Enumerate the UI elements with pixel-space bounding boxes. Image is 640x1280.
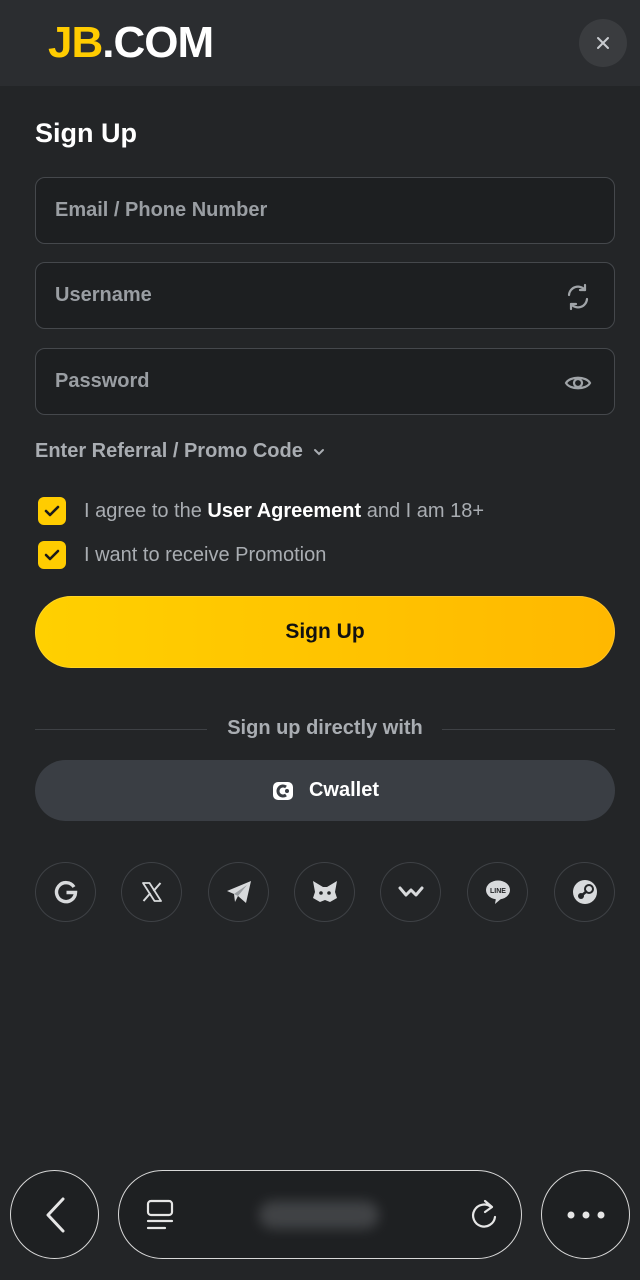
username-field[interactable] [35, 262, 615, 329]
x-icon [141, 882, 162, 902]
logo[interactable]: JB.COM [48, 18, 214, 68]
promotion-checkbox[interactable] [38, 541, 66, 569]
browser-more-button[interactable] [541, 1170, 630, 1259]
metamask-icon [312, 881, 337, 902]
cwallet-icon [272, 781, 293, 800]
chevron-left-icon [46, 1197, 64, 1232]
x-button[interactable] [121, 862, 182, 922]
google-icon [54, 880, 77, 904]
signup-page: JB.COM Sign Up Enter Referral / Promo Co… [0, 0, 640, 1280]
referral-toggle[interactable]: Enter Referral / Promo Code [35, 440, 325, 463]
tabs-icon [146, 1199, 174, 1230]
line-icon: LINE [485, 880, 510, 904]
agreement-suffix: and I am 18+ [361, 499, 485, 522]
close-button[interactable] [579, 19, 627, 67]
page-title: Sign Up [35, 118, 137, 148]
logo-com: .COM [102, 18, 214, 67]
google-button[interactable] [35, 862, 96, 922]
agreement-checkbox[interactable] [38, 497, 66, 525]
email-field[interactable] [35, 177, 615, 244]
check-icon [44, 549, 60, 561]
telegram-button[interactable] [208, 862, 269, 922]
reload-icon[interactable] [469, 1199, 499, 1231]
email-input[interactable] [36, 178, 614, 243]
username-input[interactable] [36, 263, 614, 328]
check-icon [44, 505, 60, 517]
telegram-icon [226, 881, 251, 903]
steam-button[interactable] [554, 862, 615, 922]
browser-back-button[interactable] [10, 1170, 99, 1259]
walletconnect-icon [398, 886, 423, 897]
more-icon [567, 1211, 604, 1218]
metamask-button[interactable] [294, 862, 355, 922]
walletconnect-button[interactable] [380, 862, 441, 922]
referral-label: Enter Referral / Promo Code [35, 440, 303, 462]
agreement-prefix: I agree to the [84, 499, 208, 522]
cwallet-button[interactable]: Cwallet [35, 760, 615, 821]
url-text-blurred [259, 1201, 379, 1229]
logo-jb: JB [48, 18, 103, 67]
agreement-row: I agree to the User Agreement and I am 1… [38, 497, 484, 525]
password-input[interactable] [36, 349, 614, 414]
divider-right [442, 729, 615, 730]
cwallet-label: Cwallet [308, 779, 380, 801]
chevron-down-icon [313, 448, 324, 455]
close-icon [597, 37, 609, 49]
line-button[interactable]: LINE [467, 862, 528, 922]
promotion-label: I want to receive Promotion [84, 543, 327, 566]
svg-text:LINE: LINE [490, 888, 506, 895]
header: JB.COM [0, 0, 640, 86]
promotion-row: I want to receive Promotion [38, 541, 326, 569]
eye-icon[interactable] [564, 369, 592, 397]
steam-icon [572, 880, 597, 904]
social-login-row: LINE [35, 862, 615, 922]
user-agreement-link[interactable]: User Agreement [207, 500, 361, 523]
refresh-icon[interactable] [564, 283, 592, 311]
password-field[interactable] [35, 348, 615, 415]
browser-address-bar[interactable] [118, 1170, 522, 1259]
sign-up-button[interactable]: Sign Up [35, 596, 615, 668]
